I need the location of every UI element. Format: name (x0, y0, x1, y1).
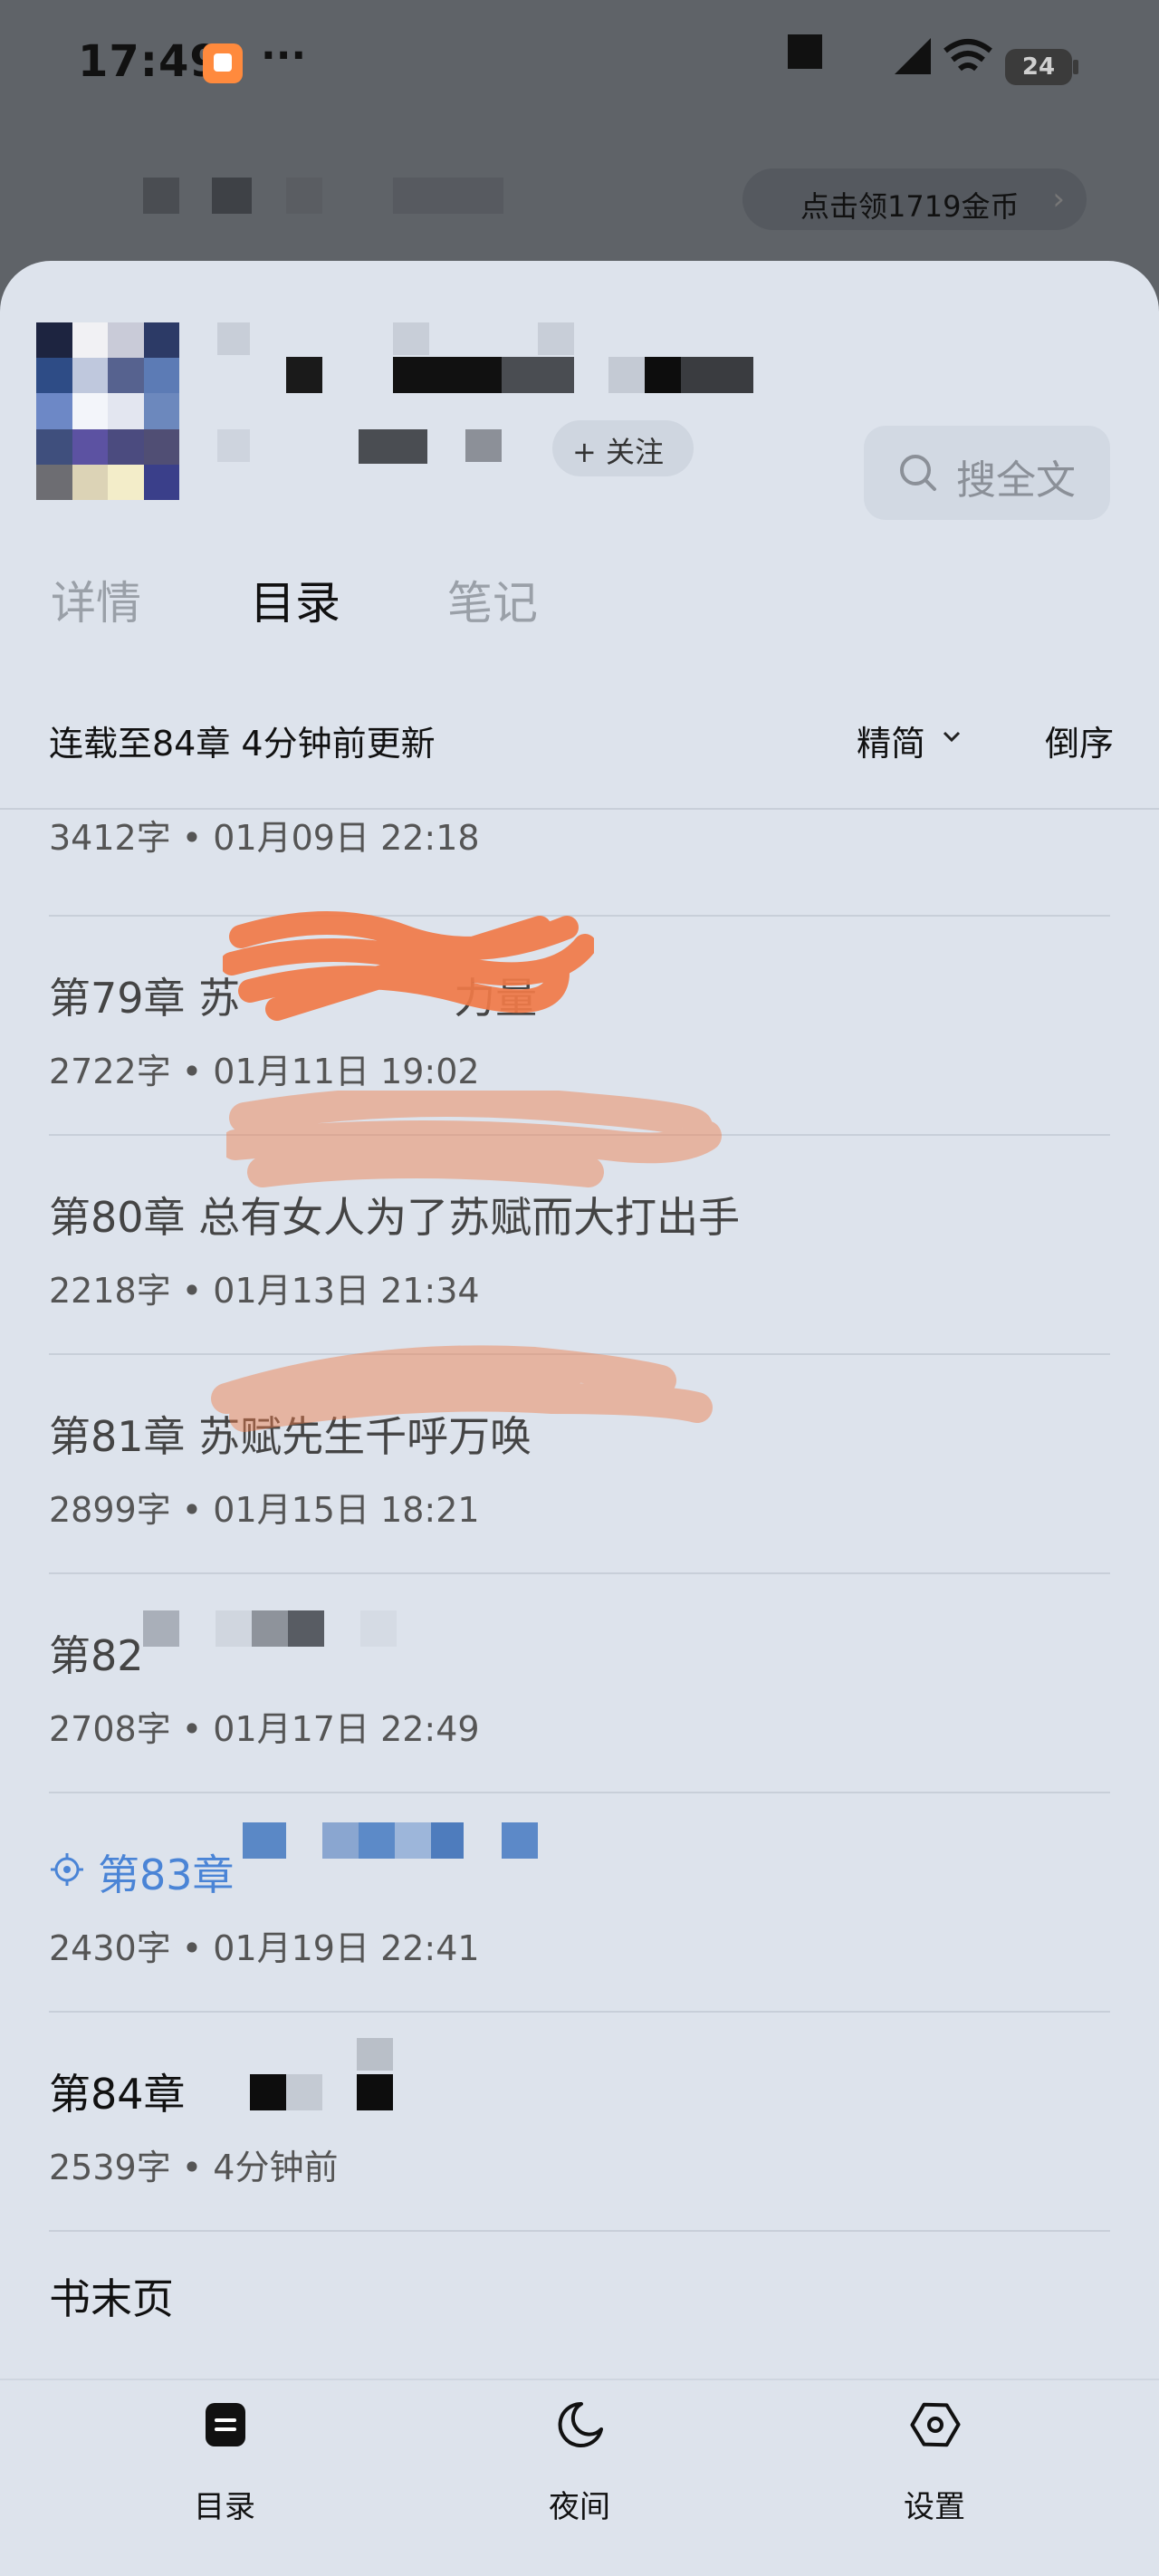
current-location-icon (51, 1853, 83, 1886)
redaction-mosaic (143, 1610, 179, 1647)
redaction-scribble (211, 1345, 713, 1432)
obscured-title-block (502, 357, 574, 393)
nav-settings[interactable]: 设置 (844, 2380, 1025, 2576)
redaction-mosaic (243, 1822, 286, 1859)
wifi-icon (943, 39, 992, 72)
redaction-mosaic (252, 1610, 288, 1647)
chapter-item-current[interactable]: 第83章 2430字 • 01月19日 22:41 (49, 1801, 1112, 2018)
chapter-title: 第83章 (98, 1850, 235, 1899)
redaction-mosaic (250, 2074, 286, 2110)
tab-notes[interactable]: 笔记 (447, 567, 538, 632)
obscured-author-block (359, 429, 427, 464)
chapter-item[interactable]: 第82 2708字 • 01月17日 22:49 (49, 1581, 1112, 1799)
chapter-title: 第84章 (49, 2070, 186, 2119)
nav-night-mode-label: 夜间 (549, 2489, 610, 2525)
obscured-title-block (286, 357, 322, 393)
redaction-mosaic (322, 1822, 359, 1859)
chapter-meta: 2708字 • 01月17日 22:49 (49, 1709, 480, 1749)
obscured-author-block (217, 429, 250, 462)
coin-reward-button[interactable]: 点击领1719金币 › (742, 168, 1087, 230)
nav-night-mode[interactable]: 夜间 (489, 2380, 670, 2576)
obscured-title-block (393, 322, 429, 355)
redaction-mosaic (357, 2038, 393, 2071)
obscured-title-block (608, 357, 645, 393)
obscured-title-block (217, 322, 250, 355)
reverse-order-button[interactable]: 倒序 (1045, 716, 1114, 765)
redaction-mosaic (288, 1610, 324, 1647)
book-cover[interactable] (36, 322, 179, 500)
divider (49, 1792, 1110, 1793)
obscured-title-block (538, 322, 574, 355)
chapter-meta: 2899字 • 01月15日 18:21 (49, 1490, 480, 1530)
battery-icon: 24 (1005, 49, 1078, 85)
chapter-list[interactable]: 3412字 • 01月09日 22:18 第79章 苏力量 2722字 • 01… (0, 810, 1159, 2366)
nav-catalog-label: 目录 (194, 2489, 255, 2525)
obscured-title-block (645, 357, 681, 393)
fulltext-search-label: 搜全文 (956, 457, 1076, 504)
redaction-mosaic (360, 1610, 397, 1647)
redaction-mosaic (357, 2074, 393, 2110)
nav-settings-label: 设置 (904, 2489, 965, 2525)
chapter-title: 第82 (49, 1631, 144, 1680)
status-bar: 17:49 ··· 24 (0, 0, 1159, 136)
settings-icon (910, 2402, 961, 2447)
moon-icon (558, 2401, 603, 2447)
follow-button[interactable]: + 关注 (552, 420, 694, 476)
chapter-title: 第80章 总有女人为了苏赋而大打出手 (49, 1193, 741, 1242)
obscured-title-block (681, 357, 753, 393)
status-icon-obscured (788, 34, 822, 69)
redaction-scribble (223, 911, 594, 1021)
bottom-navigation: 目录 夜间 设置 (0, 2379, 1159, 2576)
chevron-right-icon: › (1052, 181, 1065, 217)
redaction-mosaic (359, 1822, 395, 1859)
obscured-author-block (465, 429, 502, 462)
nav-catalog[interactable]: 目录 (134, 2380, 315, 2576)
obscured-title-block (212, 178, 252, 214)
redaction-scribble (226, 1091, 722, 1187)
chapter-meta: 2430字 • 01月19日 22:41 (49, 1928, 480, 1968)
signal-icon (895, 38, 931, 74)
notification-app-icon (203, 43, 243, 83)
chapter-item[interactable]: 3412字 • 01月09日 22:18 (49, 810, 1112, 904)
redaction-mosaic (395, 1822, 431, 1859)
divider (49, 2011, 1110, 2013)
more-notifications-icon: ··· (261, 33, 307, 79)
obscured-title-block (393, 178, 503, 214)
divider (49, 2230, 1110, 2232)
tab-details[interactable]: 详情 (51, 567, 141, 632)
tab-catalog[interactable]: 目录 (250, 567, 340, 632)
obscured-title-block (393, 357, 502, 393)
fulltext-search-button[interactable]: 搜全文 (864, 426, 1110, 520)
display-mode-dropdown[interactable]: 精简 (857, 716, 925, 765)
chapter-meta: 2218字 • 01月13日 21:34 (49, 1271, 480, 1311)
follow-label: + 关注 (572, 435, 664, 469)
obscured-title-block (143, 178, 179, 214)
redaction-mosaic (286, 2074, 322, 2110)
screen: 17:49 ··· 24 点击领1719金币 › + 关注 搜全文 详情 目录 … (0, 0, 1159, 2576)
status-time: 17:49 (78, 36, 221, 87)
catalog-icon (206, 2403, 245, 2446)
chapter-meta: 3412字 • 01月09日 22:18 (49, 818, 480, 858)
redaction-mosaic (216, 1610, 252, 1647)
redaction-mosaic (431, 1822, 464, 1859)
search-icon (900, 455, 936, 491)
coin-reward-label: 点击领1719金币 (800, 189, 1020, 224)
serialization-status: 连载至84章 4分钟前更新 (49, 724, 436, 764)
obscured-title-block (286, 178, 322, 214)
chevron-down-icon[interactable] (942, 726, 962, 746)
chapter-meta: 2539字 • 4分钟前 (49, 2148, 339, 2187)
chapter-meta: 2722字 • 01月11日 19:02 (49, 1052, 480, 1091)
chapter-item[interactable]: 第84章 2539字 • 4分钟前 (49, 2020, 1112, 2237)
end-page-item[interactable]: 书末页 (49, 2266, 174, 2326)
divider (49, 1572, 1110, 1574)
redaction-mosaic (502, 1822, 538, 1859)
